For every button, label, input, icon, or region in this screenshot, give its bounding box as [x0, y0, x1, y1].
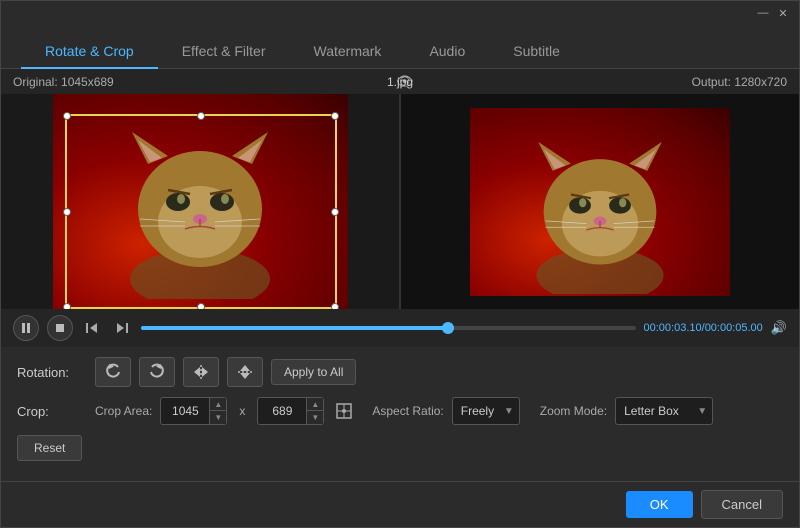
crop-height-field[interactable]	[258, 404, 306, 418]
tab-bar: Rotate & Crop Effect & Filter Watermark …	[1, 25, 799, 69]
output-resolution: Output: 1280x720	[692, 75, 787, 89]
crop-row: Crop: Crop Area: ▲ ▼ x ▲ ▼	[17, 397, 783, 425]
progress-thumb[interactable]	[442, 322, 454, 334]
crop-width-up[interactable]: ▲	[210, 398, 226, 411]
preview-canvases	[1, 94, 799, 309]
crop-handle-tl[interactable]	[63, 112, 71, 120]
next-frame-icon	[115, 322, 129, 334]
prev-frame-button[interactable]	[81, 317, 103, 339]
canvas-left	[1, 94, 399, 309]
flip-horizontal-button[interactable]	[183, 357, 219, 387]
tab-rotate-crop[interactable]: Rotate & Crop	[21, 35, 158, 69]
crop-width-field[interactable]	[161, 404, 209, 418]
original-resolution: Original: 1045x689	[13, 75, 114, 89]
playback-bar: 00:00:03.10/00:00:05.00 🔊	[1, 309, 799, 347]
flip-h-icon	[192, 363, 210, 381]
close-button[interactable]: ✕	[775, 5, 791, 21]
flip-v-icon	[236, 363, 254, 381]
preview-area: Original: 1045x689 👁 1.jpg Output: 1280x…	[1, 69, 799, 347]
progress-fill	[141, 326, 448, 330]
rotation-row: Rotation:	[17, 357, 783, 387]
crop-handle-bl[interactable]	[63, 303, 71, 309]
crop-height-spinners: ▲ ▼	[306, 398, 323, 424]
output-preview	[458, 102, 743, 302]
crop-width-down[interactable]: ▼	[210, 411, 226, 424]
play-pause-button[interactable]	[13, 315, 39, 341]
crop-handle-ml[interactable]	[63, 208, 71, 216]
prev-frame-icon	[85, 322, 99, 334]
zoom-mode-dropdown-wrapper: Letter Box Pan & Scan Full ▼	[615, 397, 713, 425]
output-image	[470, 108, 730, 296]
aspect-ratio-label: Aspect Ratio:	[372, 404, 443, 418]
tab-watermark[interactable]: Watermark	[290, 35, 406, 69]
next-frame-button[interactable]	[111, 317, 133, 339]
crop-label: Crop:	[17, 404, 87, 419]
time-display: 00:00:03.10/00:00:05.00	[644, 322, 763, 334]
title-bar: — ✕	[1, 1, 799, 25]
tab-subtitle[interactable]: Subtitle	[489, 35, 584, 69]
source-image	[53, 94, 348, 309]
rotate-ccw-button[interactable]	[95, 357, 131, 387]
aspect-ratio-select[interactable]: Freely 16:9 4:3 1:1	[452, 397, 520, 425]
crop-width-input[interactable]: ▲ ▼	[160, 397, 227, 425]
ok-button[interactable]: OK	[626, 491, 693, 518]
main-window: — ✕ Rotate & Crop Effect & Filter Waterm…	[0, 0, 800, 528]
crop-area-label: Crop Area:	[95, 404, 152, 418]
rotation-label: Rotation:	[17, 365, 87, 380]
canvas-right	[399, 94, 799, 309]
crop-handle-mr[interactable]	[331, 208, 339, 216]
flip-vertical-button[interactable]	[227, 357, 263, 387]
controls-panel: Rotation:	[1, 347, 799, 481]
crop-handle-bm[interactable]	[197, 303, 205, 309]
crop-width-spinners: ▲ ▼	[209, 398, 226, 424]
reset-row: Reset	[17, 435, 783, 461]
apply-to-all-button[interactable]: Apply to All	[271, 359, 356, 385]
tab-audio[interactable]: Audio	[405, 35, 489, 69]
tab-effect-filter[interactable]: Effect & Filter	[158, 35, 290, 69]
pause-icon	[21, 322, 31, 334]
bottom-bar: OK Cancel	[1, 481, 799, 527]
zoom-mode-label: Zoom Mode:	[540, 404, 607, 418]
x-separator: x	[235, 404, 249, 418]
filename-label: 1.jpg	[387, 75, 413, 89]
crop-height-input[interactable]: ▲ ▼	[257, 397, 324, 425]
progress-bar[interactable]	[141, 326, 636, 330]
crop-height-down[interactable]: ▼	[307, 411, 323, 424]
rotate-cw-icon	[148, 363, 166, 381]
crop-height-up[interactable]: ▲	[307, 398, 323, 411]
center-crop-button[interactable]	[332, 399, 356, 423]
rotate-ccw-icon	[104, 363, 122, 381]
cat-svg-right	[500, 116, 700, 294]
volume-icon[interactable]: 🔊	[771, 320, 787, 336]
stop-icon	[55, 323, 65, 333]
aspect-ratio-dropdown-wrapper: Freely 16:9 4:3 1:1 ▼	[452, 397, 520, 425]
center-icon	[335, 402, 353, 420]
minimize-button[interactable]: —	[755, 5, 771, 21]
zoom-mode-select[interactable]: Letter Box Pan & Scan Full	[615, 397, 713, 425]
preview-meta: Original: 1045x689 👁 1.jpg Output: 1280x…	[1, 69, 799, 94]
crop-handle-tr[interactable]	[331, 112, 339, 120]
crop-overlay[interactable]	[65, 114, 337, 309]
stop-button[interactable]	[47, 315, 73, 341]
crop-handle-br[interactable]	[331, 303, 339, 309]
cancel-button[interactable]: Cancel	[701, 490, 783, 519]
rotate-cw-button[interactable]	[139, 357, 175, 387]
reset-button[interactable]: Reset	[17, 435, 82, 461]
crop-handle-tm[interactable]	[197, 112, 205, 120]
